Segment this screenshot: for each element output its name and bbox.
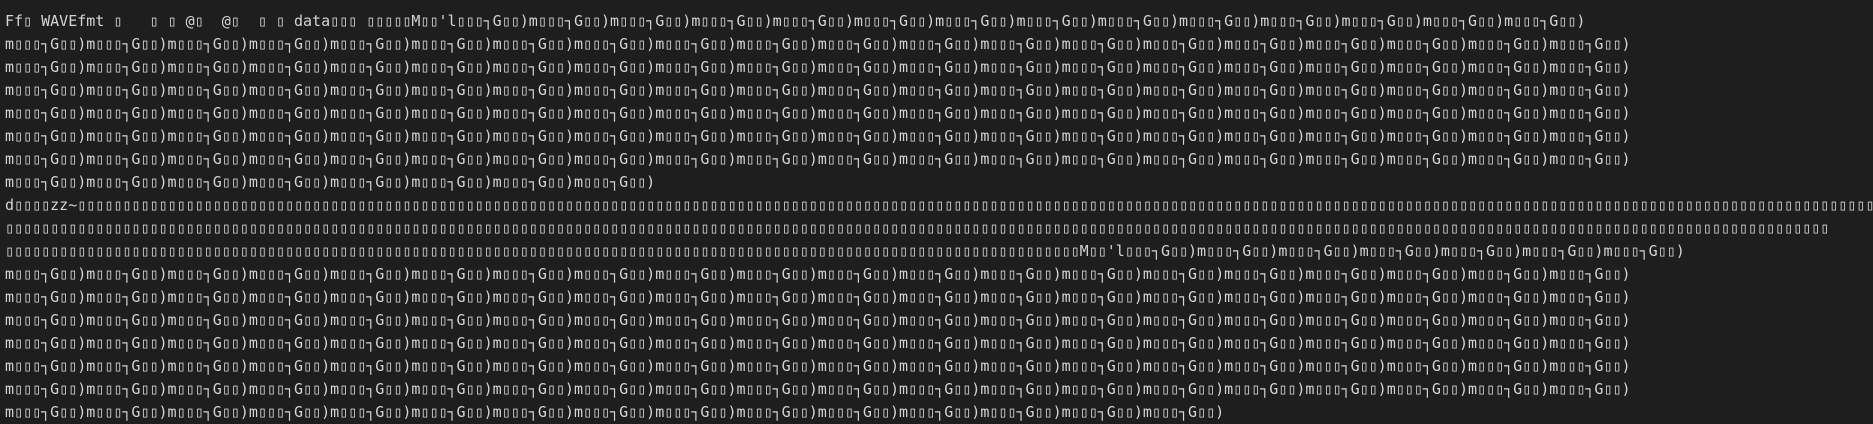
file-line: m▯▯▯┐G▯▯)m▯▯▯┐G▯▯)m▯▯▯┐G▯▯)m▯▯▯┐G▯▯)m▯▯▯… (5, 127, 1631, 145)
text-editor-view[interactable]: Ff▯ WAVEfmt ▯ ▯ ▯ @▯ @▯ ▯ ▯ data▯▯▯ ▯▯▯▯… (0, 0, 1873, 424)
file-line: m▯▯▯┐G▯▯)m▯▯▯┐G▯▯)m▯▯▯┐G▯▯)m▯▯▯┐G▯▯)m▯▯▯… (5, 311, 1631, 329)
file-line: m▯▯▯┐G▯▯)m▯▯▯┐G▯▯)m▯▯▯┐G▯▯)m▯▯▯┐G▯▯)m▯▯▯… (5, 403, 1225, 421)
file-line: m▯▯▯┐G▯▯)m▯▯▯┐G▯▯)m▯▯▯┐G▯▯)m▯▯▯┐G▯▯)m▯▯▯… (5, 357, 1631, 375)
file-line: m▯▯▯┐G▯▯)m▯▯▯┐G▯▯)m▯▯▯┐G▯▯)m▯▯▯┐G▯▯)m▯▯▯… (5, 173, 656, 191)
file-line: m▯▯▯┐G▯▯)m▯▯▯┐G▯▯)m▯▯▯┐G▯▯)m▯▯▯┐G▯▯)m▯▯▯… (5, 81, 1631, 99)
file-line: m▯▯▯┐G▯▯)m▯▯▯┐G▯▯)m▯▯▯┐G▯▯)m▯▯▯┐G▯▯)m▯▯▯… (5, 265, 1631, 283)
file-line: m▯▯▯┐G▯▯)m▯▯▯┐G▯▯)m▯▯▯┐G▯▯)m▯▯▯┐G▯▯)m▯▯▯… (5, 334, 1631, 352)
file-line: m▯▯▯┐G▯▯)m▯▯▯┐G▯▯)m▯▯▯┐G▯▯)m▯▯▯┐G▯▯)m▯▯▯… (5, 380, 1631, 398)
file-line: m▯▯▯┐G▯▯)m▯▯▯┐G▯▯)m▯▯▯┐G▯▯)m▯▯▯┐G▯▯)m▯▯▯… (5, 35, 1631, 53)
file-line: ▯▯▯▯▯▯▯▯▯▯▯▯▯▯▯▯▯▯▯▯▯▯▯▯▯▯▯▯▯▯▯▯▯▯▯▯▯▯▯▯… (5, 242, 1685, 260)
file-line: m▯▯▯┐G▯▯)m▯▯▯┐G▯▯)m▯▯▯┐G▯▯)m▯▯▯┐G▯▯)m▯▯▯… (5, 58, 1631, 76)
file-line: d▯▯▯▯zz~▯▯▯▯▯▯▯▯▯▯▯▯▯▯▯▯▯▯▯▯▯▯▯▯▯▯▯▯▯▯▯▯… (5, 196, 1873, 214)
file-line: ▯▯▯▯▯▯▯▯▯▯▯▯▯▯▯▯▯▯▯▯▯▯▯▯▯▯▯▯▯▯▯▯▯▯▯▯▯▯▯▯… (5, 219, 1830, 237)
file-line: Ff▯ WAVEfmt ▯ ▯ ▯ @▯ @▯ ▯ ▯ data▯▯▯ ▯▯▯▯… (5, 12, 1586, 30)
file-line: m▯▯▯┐G▯▯)m▯▯▯┐G▯▯)m▯▯▯┐G▯▯)m▯▯▯┐G▯▯)m▯▯▯… (5, 104, 1631, 122)
file-line: m▯▯▯┐G▯▯)m▯▯▯┐G▯▯)m▯▯▯┐G▯▯)m▯▯▯┐G▯▯)m▯▯▯… (5, 150, 1631, 168)
file-line: m▯▯▯┐G▯▯)m▯▯▯┐G▯▯)m▯▯▯┐G▯▯)m▯▯▯┐G▯▯)m▯▯▯… (5, 288, 1631, 306)
